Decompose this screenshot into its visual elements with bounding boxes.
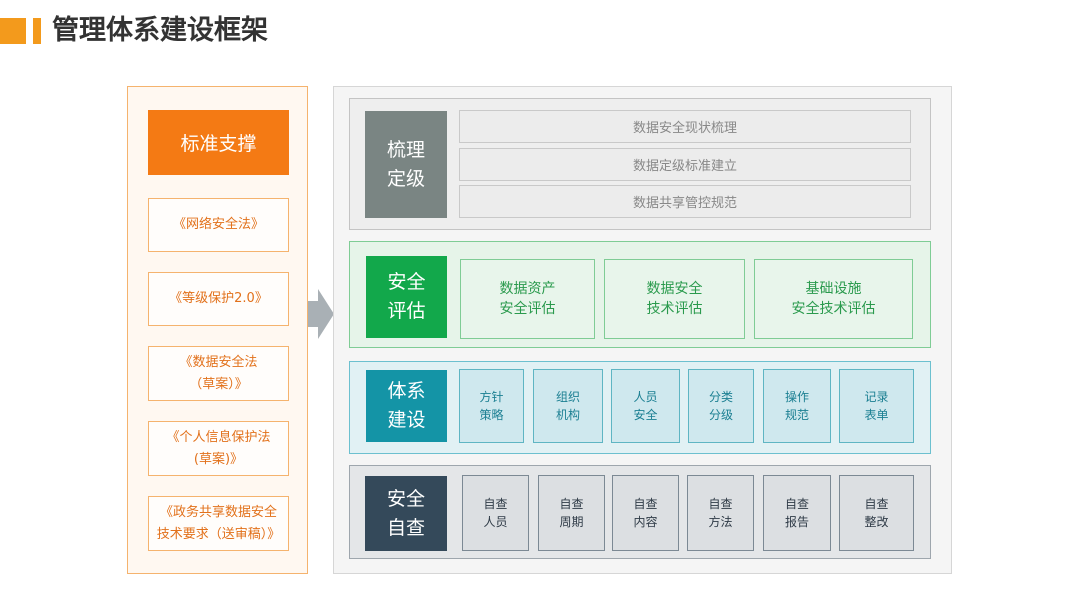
section-assessment-label: 安全 评估 [366,256,447,338]
system-item-organization: 组织 机构 [533,369,603,443]
system-item-policy: 方针 策略 [459,369,524,443]
standard-item-gov-data-sharing: 《政务共享数据安全 技术要求（送审稿）》 [148,496,289,551]
assessment-item-asset: 数据资产 安全评估 [460,259,595,339]
page-title: 管理体系建设框架 [52,15,268,46]
standards-header: 标准支撑 [148,110,289,175]
section-selfcheck-label: 安全 自查 [365,476,447,551]
title-accent-bar [33,18,41,44]
combing-item-status: 数据安全现状梳理 [459,110,911,143]
selfcheck-item-rectification: 自查 整改 [839,475,914,551]
selfcheck-item-report: 自查 报告 [763,475,831,551]
standard-item-cybersecurity-law: 《网络安全法》 [148,198,289,252]
combing-item-sharing-control: 数据共享管控规范 [459,185,911,218]
standard-item-personal-info-law: 《个人信息保护法 (草案)》 [148,421,289,476]
selfcheck-item-method: 自查 方法 [687,475,754,551]
system-item-operation: 操作 规范 [763,369,831,443]
selfcheck-item-cycle: 自查 周期 [538,475,605,551]
title-accent-block [0,18,26,44]
standard-item-mlps: 《等级保护2.0》 [148,272,289,326]
assessment-item-infrastructure: 基础设施 安全技术评估 [754,259,913,339]
system-item-classification: 分类 分级 [688,369,754,443]
assessment-item-technology: 数据安全 技术评估 [604,259,745,339]
selfcheck-item-content: 自查 内容 [612,475,679,551]
system-item-personnel: 人员 安全 [611,369,680,443]
combing-item-grading-standard: 数据定级标准建立 [459,148,911,181]
section-system-label: 体系 建设 [366,370,447,442]
system-item-records: 记录 表单 [839,369,914,443]
arrow-right-icon [308,289,334,339]
section-combing-label: 梳理 定级 [365,111,447,218]
standard-item-data-security-law: 《数据安全法 （草案）》 [148,346,289,401]
selfcheck-item-personnel: 自查 人员 [462,475,529,551]
